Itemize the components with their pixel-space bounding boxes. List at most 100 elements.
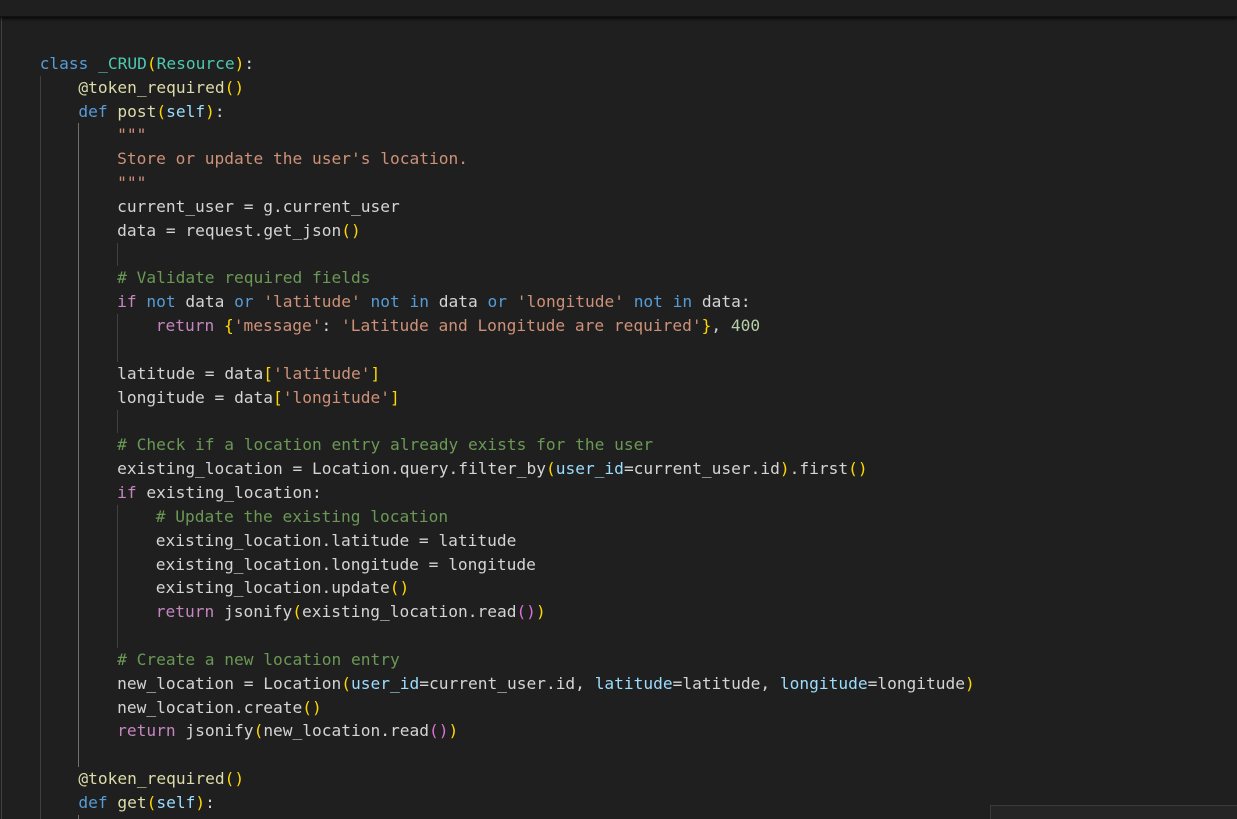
code-token: ()	[302, 697, 322, 717]
indent-guide	[117, 314, 119, 362]
code-token: # Validate required fields	[117, 268, 371, 288]
code-line-text: Store or update the user's location.	[117, 147, 468, 171]
code-token: ()	[516, 602, 536, 622]
code-token: :	[244, 53, 255, 73]
code-line-text: return jsonify(existing_location.read())	[156, 600, 546, 624]
code-token: =	[234, 196, 264, 216]
code-token: longitude	[117, 387, 205, 407]
code-line[interactable]: """	[0, 171, 1237, 195]
code-editor[interactable]: class LocationAPI: class _CRUD(Resource)…	[0, 0, 1237, 819]
code-token: =	[418, 554, 449, 574]
code-token: =	[204, 387, 235, 407]
code-line[interactable]: def post(self):	[0, 100, 1237, 124]
code-line-text: # Update the existing location	[156, 505, 448, 529]
code-token: ()	[341, 220, 361, 240]
code-token: (	[146, 53, 157, 73]
sticky-header-text: class LocationAPI:	[0, 0, 233, 16]
code-token: self	[156, 793, 196, 812]
indent-guide	[78, 815, 80, 819]
code-token: Location	[263, 673, 342, 693]
code-token: {	[224, 316, 234, 336]
code-line[interactable]: existing_location.update()	[0, 576, 1237, 600]
code-token: Store or update the user's location.	[117, 149, 468, 169]
code-token: (	[292, 602, 303, 622]
code-token: Resource	[156, 53, 235, 73]
code-line[interactable]	[0, 243, 1237, 267]
code-line[interactable]	[0, 743, 1237, 767]
code-token: """	[117, 125, 147, 145]
code-token: user_id	[555, 459, 624, 479]
code-line[interactable]	[0, 338, 1237, 362]
code-line[interactable]: new_location.create()	[0, 696, 1237, 720]
code-line[interactable]: return jsonify(new_location.read())	[0, 719, 1237, 743]
code-token: (	[146, 793, 157, 812]
code-token: )	[448, 721, 459, 741]
code-line[interactable]	[0, 624, 1237, 648]
code-token: 'message'	[233, 316, 322, 336]
code-token: jsonify	[185, 721, 254, 741]
code-token: ()	[848, 459, 868, 479]
code-token: read	[390, 721, 429, 741]
code-line-text: """	[117, 123, 146, 147]
code-line[interactable]: class _CRUD(Resource):	[0, 52, 1237, 76]
code-line[interactable]: latitude = data['latitude']	[0, 362, 1237, 386]
code-line-text: def post(self):	[78, 100, 224, 124]
code-line[interactable]: existing_location.latitude = latitude	[0, 529, 1237, 553]
code-token: user_id	[351, 673, 420, 693]
code-token: existing_location.latitude	[155, 530, 410, 550]
code-token: _CRUD	[98, 53, 147, 73]
code-line[interactable]: # Check if a location entry already exis…	[0, 433, 1237, 457]
code-line-text: return {'message': 'Latitude and Longitu…	[156, 314, 760, 338]
code-line[interactable]: new_location = Location(user_id=current_…	[0, 672, 1237, 696]
code-token: ()	[224, 769, 245, 789]
code-line[interactable]	[0, 410, 1237, 434]
code-line[interactable]: current_user = g.current_user	[0, 195, 1237, 219]
code-token: data:	[701, 292, 751, 312]
code-token: self	[166, 101, 206, 121]
code-line[interactable]: # Create a new location entry	[0, 648, 1237, 672]
code-token: current_user	[117, 196, 235, 216]
code-line[interactable]: return {'message': 'Latitude and Longitu…	[0, 314, 1237, 338]
code-token: =	[234, 673, 264, 693]
code-token: read	[477, 602, 517, 622]
code-token: get_json	[263, 220, 342, 240]
code-line[interactable]: if existing_location:	[0, 481, 1237, 505]
editor-overlay-widget[interactable]	[990, 805, 1237, 819]
code-line[interactable]	[0, 28, 1237, 52]
code-line[interactable]: # Validate required fields	[0, 266, 1237, 290]
code-token: latitude	[438, 530, 517, 550]
code-line[interactable]: data = request.get_json()	[0, 219, 1237, 243]
code-token: (	[341, 673, 352, 693]
code-token: in	[672, 292, 702, 312]
code-token: 'latitude'	[273, 363, 371, 383]
code-line[interactable]: """	[0, 123, 1237, 147]
code-line[interactable]: # Update the existing location	[0, 505, 1237, 529]
code-line[interactable]: existing_location.longitude = longitude	[0, 553, 1237, 577]
code-token: )	[205, 101, 215, 121]
code-line[interactable]: longitude = data['longitude']	[0, 386, 1237, 410]
code-line[interactable]: @token_required()	[0, 767, 1237, 791]
code-token: # Update the existing location	[155, 506, 449, 526]
code-token: create	[243, 697, 303, 717]
code-line-text: current_user = g.current_user	[117, 195, 400, 219]
code-line[interactable]: if not data or 'latitude' not in data or…	[0, 290, 1237, 314]
code-token: [	[273, 387, 283, 407]
code-line[interactable]: Store or update the user's location.	[0, 147, 1237, 171]
indent-guide	[39, 75, 41, 819]
code-lines[interactable]: class _CRUD(Resource): @token_required() d…	[0, 16, 1237, 819]
sticky-scroll-header[interactable]: class LocationAPI:	[0, 0, 1237, 17]
code-token: =current_user.id,	[419, 673, 595, 693]
code-line-text: existing_location.latitude = latitude	[156, 529, 517, 553]
code-line-text: if not data or 'latitude' not in data or…	[117, 290, 751, 314]
code-line[interactable]: return jsonify(existing_location.read())	[0, 600, 1237, 624]
code-token: 'Latitude and Longitude are required'	[341, 316, 702, 336]
code-line[interactable]: existing_location = Location.query.filte…	[0, 457, 1237, 481]
code-token: existing_location.longitude	[155, 554, 419, 574]
code-token: longitude	[448, 554, 536, 574]
code-token: data	[224, 363, 264, 383]
code-line-text: latitude = data['latitude']	[117, 362, 380, 386]
code-token: data	[234, 387, 274, 407]
code-token: filter_by	[458, 459, 546, 479]
indent-guide	[117, 242, 119, 267]
code-line[interactable]: @token_required()	[0, 76, 1237, 100]
